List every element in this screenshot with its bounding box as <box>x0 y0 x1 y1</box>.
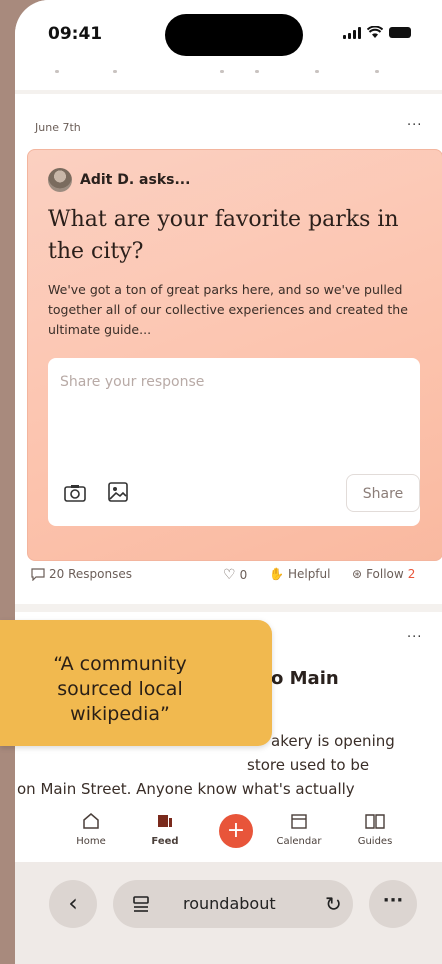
tab-home-label: Home <box>76 836 106 847</box>
share-button[interactable]: Share <box>346 474 420 512</box>
signal-icon <box>343 27 361 39</box>
camera-icon[interactable] <box>64 484 86 502</box>
next-post-text-line3: on Main Street. Anyone know what's actua… <box>17 780 355 798</box>
question-description: We've got a ton of great parks here, and… <box>48 282 408 337</box>
asker-name: Adit D. asks... <box>80 172 191 188</box>
helpful-label: Helpful <box>287 567 331 581</box>
tab-calendar[interactable]: Calendar <box>269 810 329 847</box>
url-text: roundabout <box>183 894 276 913</box>
hand-icon: ✋ <box>269 567 284 581</box>
feed-icon <box>158 815 172 827</box>
reload-icon[interactable]: ↻ <box>325 892 342 916</box>
next-post-text-line1: akery is opening <box>271 732 395 750</box>
next-post-title: o Main <box>271 668 339 689</box>
guides-icon <box>365 814 385 829</box>
more-button[interactable]: ··· <box>369 880 417 928</box>
comment-icon <box>31 567 45 581</box>
follow-button[interactable]: ⊛ Follow 2 <box>352 567 415 581</box>
heart-icon: ♡ <box>223 567 236 583</box>
quote-callout: “A community sourced local wikipedia” <box>0 620 272 746</box>
back-button[interactable]: ‹ <box>49 880 97 928</box>
like-button[interactable]: ♡ 0 <box>223 567 247 583</box>
wifi-icon <box>367 26 383 38</box>
response-input[interactable]: Share your response <box>60 374 204 390</box>
avatar <box>48 168 72 192</box>
tab-guides-label: Guides <box>357 836 393 847</box>
status-time: 09:41 <box>48 24 103 44</box>
post-date: June 7th <box>35 121 81 134</box>
tabs-icon[interactable] <box>131 894 151 914</box>
follow-label: Follow <box>366 567 404 581</box>
post-menu-button[interactable]: ··· <box>407 118 422 133</box>
battery-icon <box>389 27 411 38</box>
dynamic-island <box>165 14 303 56</box>
tab-home[interactable]: Home <box>61 810 121 847</box>
question-post: June 7th ··· Adit D. asks... What are yo… <box>15 94 442 604</box>
asker: Adit D. asks... <box>48 168 190 192</box>
helpful-button[interactable]: ✋ Helpful <box>269 567 330 581</box>
tab-feed[interactable]: Feed <box>135 810 195 847</box>
question-card[interactable]: Adit D. asks... What are your favorite p… <box>27 149 442 561</box>
follow-count: 2 <box>407 567 416 581</box>
follow-icon: ⊛ <box>352 567 363 581</box>
responses-link[interactable]: 20 Responses <box>31 567 132 581</box>
status-bar: 09:41 <box>15 0 442 70</box>
callout-text: “A community sourced local wikipedia” <box>53 653 187 725</box>
system-icons <box>343 26 411 39</box>
tab-feed-label: Feed <box>151 836 179 847</box>
calendar-icon <box>291 814 307 829</box>
next-post-text-line2: store used to be <box>247 756 370 774</box>
browser-toolbar: ‹ roundabout ↻ ··· <box>15 862 442 964</box>
home-icon <box>83 813 99 829</box>
responses-count: 20 Responses <box>49 567 132 581</box>
response-box[interactable]: Share your response Share <box>48 358 420 526</box>
phone-screen: 09:41 June 7th ··· Adit D. asks... What <box>15 0 442 964</box>
next-post-menu-button[interactable]: ··· <box>407 630 422 645</box>
like-count: 0 <box>239 568 248 582</box>
tab-guides[interactable]: Guides <box>345 810 405 847</box>
add-post-button[interactable]: + <box>219 814 253 848</box>
tab-calendar-label: Calendar <box>276 836 322 847</box>
image-icon[interactable] <box>108 482 128 502</box>
question-title: What are your favorite parks in the city… <box>48 207 399 264</box>
tab-bar: Home Feed + Calendar Guides <box>15 800 442 862</box>
previous-card-peek <box>15 66 442 90</box>
url-bar[interactable]: roundabout ↻ <box>113 880 353 928</box>
